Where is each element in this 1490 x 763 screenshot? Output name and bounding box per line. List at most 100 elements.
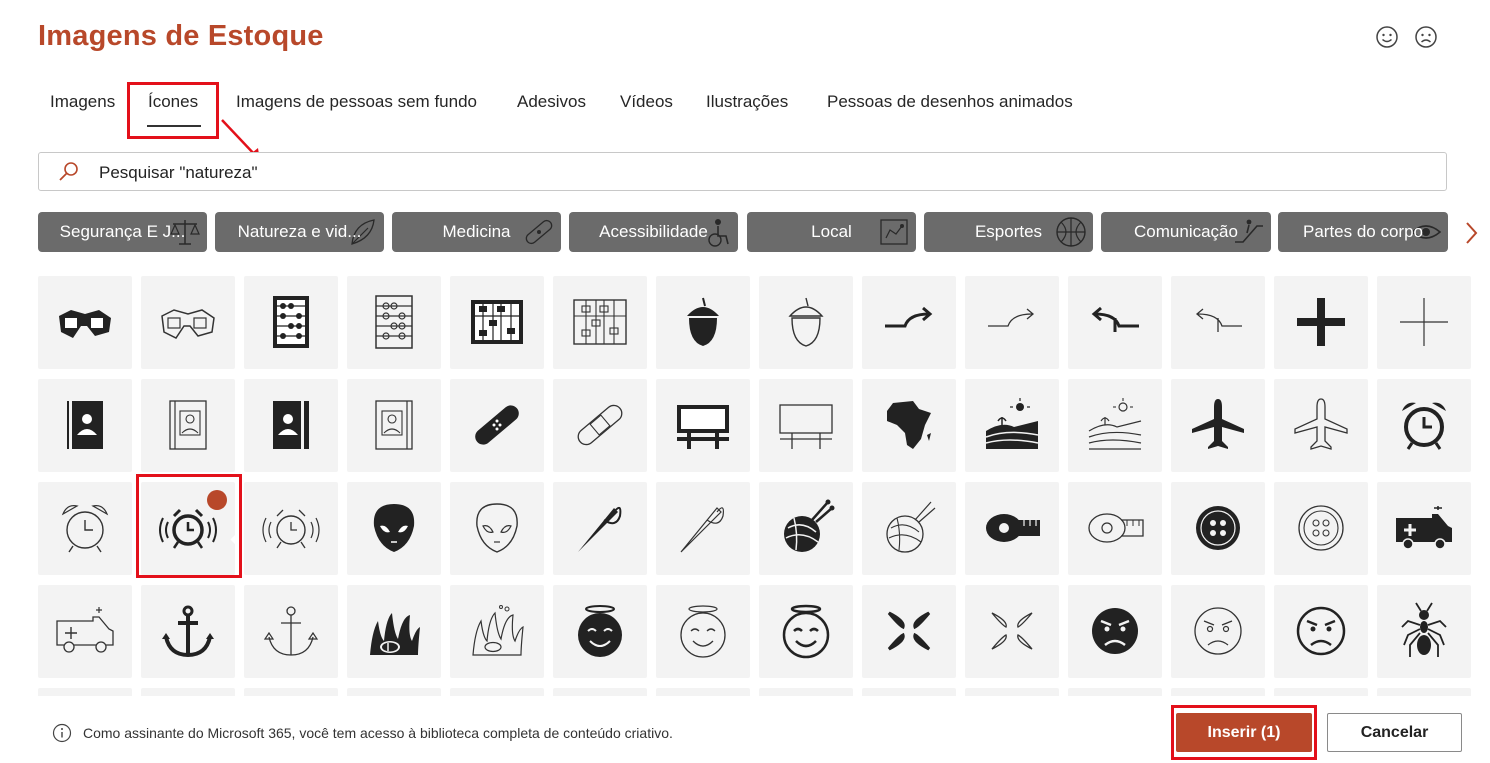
icon-tile[interactable]: [656, 585, 750, 678]
icon-tile[interactable]: [553, 276, 647, 369]
icon-tile[interactable]: [38, 276, 132, 369]
icon-tile[interactable]: [1274, 276, 1368, 369]
icon-tile[interactable]: [347, 482, 441, 575]
icon-tile[interactable]: [244, 276, 338, 369]
frown-icon[interactable]: [1413, 24, 1439, 50]
category-seguranca[interactable]: Segurança E J...: [38, 212, 207, 252]
icon-tile[interactable]: [38, 379, 132, 472]
cancel-button[interactable]: Cancelar: [1327, 713, 1462, 752]
icon-tile[interactable]: [759, 276, 853, 369]
subscription-info-text: Como assinante do Microsoft 365, você te…: [83, 725, 673, 741]
icon-tile[interactable]: [862, 482, 956, 575]
icon-tile[interactable]: [141, 276, 235, 369]
icon-tile[interactable]: [347, 688, 441, 696]
chevron-right-icon[interactable]: [1458, 218, 1484, 248]
billboard-icon: [677, 405, 729, 449]
icon-tile[interactable]: [1171, 276, 1265, 369]
icon-tile[interactable]: [450, 688, 544, 696]
category-medicina[interactable]: Medicina: [392, 212, 561, 252]
icon-tile[interactable]: [1171, 379, 1265, 472]
tab-icones[interactable]: Ícones: [148, 92, 198, 112]
icon-tile[interactable]: [965, 585, 1059, 678]
icon-tile[interactable]: [141, 585, 235, 678]
category-partes-corpo[interactable]: Partes do corpo: [1278, 212, 1448, 252]
icon-tile[interactable]: [1377, 482, 1471, 575]
icon-tile[interactable]: [1377, 379, 1471, 472]
tab-videos[interactable]: Vídeos: [620, 92, 673, 112]
icon-tile[interactable]: [656, 379, 750, 472]
icon-tile[interactable]: [656, 688, 750, 696]
icon-tile[interactable]: [450, 276, 544, 369]
category-local[interactable]: Local: [747, 212, 916, 252]
category-label: Natureza e vid...: [237, 222, 362, 241]
icon-tile[interactable]: [656, 276, 750, 369]
icon-tile[interactable]: [965, 688, 1059, 696]
icon-tile[interactable]: [1171, 482, 1265, 575]
icon-tile[interactable]: [244, 482, 338, 575]
icon-tile[interactable]: [1068, 585, 1162, 678]
search-icon: [59, 162, 78, 181]
icon-tile[interactable]: [862, 585, 956, 678]
icon-tile[interactable]: [141, 688, 235, 696]
icon-tile[interactable]: [965, 276, 1059, 369]
icon-tile-selected[interactable]: [141, 482, 278, 575]
icon-tile[interactable]: [965, 482, 1059, 575]
icon-tile[interactable]: [553, 379, 647, 472]
icon-tile[interactable]: [450, 482, 544, 575]
icon-tile[interactable]: [38, 688, 132, 696]
abacus-vertical-outline-icon: [573, 299, 627, 345]
icon-tile[interactable]: [1274, 688, 1368, 696]
icon-tile[interactable]: [244, 585, 338, 678]
icon-tile[interactable]: [1377, 276, 1471, 369]
icon-tile[interactable]: [244, 688, 338, 696]
icon-tile[interactable]: [347, 585, 441, 678]
icon-tile[interactable]: [244, 379, 338, 472]
icon-tile[interactable]: [553, 482, 647, 575]
icon-tile[interactable]: [656, 482, 750, 575]
icon-tile[interactable]: [553, 688, 647, 696]
category-acessibilidade[interactable]: Acessibilidade: [569, 212, 738, 252]
alarm-clock-outline-icon: [61, 505, 109, 553]
icon-tile[interactable]: [1377, 688, 1471, 696]
alien-face-outline-icon: [476, 503, 518, 553]
tab-imagens[interactable]: Imagens: [50, 92, 115, 112]
angry-face-icon: [1092, 608, 1138, 654]
icon-tile[interactable]: [965, 379, 1059, 472]
icon-tile[interactable]: [759, 688, 853, 696]
tab-pessoas-desenhos[interactable]: Pessoas de desenhos animados: [827, 92, 1073, 112]
icon-tile[interactable]: [1068, 379, 1162, 472]
category-comunicacao[interactable]: Comunicação: [1101, 212, 1271, 252]
icon-tile[interactable]: [862, 688, 956, 696]
icon-tile[interactable]: [759, 585, 853, 678]
icon-tile[interactable]: [862, 276, 956, 369]
icon-tile[interactable]: [759, 379, 853, 472]
smile-icon[interactable]: [1374, 24, 1400, 50]
icon-tile[interactable]: [38, 482, 132, 575]
icon-tile[interactable]: [141, 379, 235, 472]
icon-tile[interactable]: [1068, 482, 1162, 575]
icon-tile[interactable]: [1171, 688, 1265, 696]
icon-tile[interactable]: [38, 585, 132, 678]
icon-tile[interactable]: [1274, 482, 1368, 575]
icon-tile[interactable]: [1171, 585, 1265, 678]
icon-tile[interactable]: [1274, 585, 1368, 678]
icon-tile[interactable]: [759, 482, 853, 575]
icon-tile[interactable]: [553, 585, 647, 678]
insert-button[interactable]: Inserir (1): [1176, 713, 1312, 752]
icon-tile[interactable]: [450, 585, 544, 678]
icon-tile[interactable]: [1377, 585, 1471, 678]
icon-tile[interactable]: [1274, 379, 1368, 472]
icon-grid: [38, 276, 1478, 696]
tab-imagens-pessoas[interactable]: Imagens de pessoas sem fundo: [236, 92, 477, 112]
icon-tile[interactable]: [347, 276, 441, 369]
icon-tile[interactable]: [862, 379, 956, 472]
search-input[interactable]: [97, 157, 1431, 188]
tab-adesivos[interactable]: Adesivos: [517, 92, 586, 112]
icon-tile[interactable]: [347, 379, 441, 472]
tab-ilustracoes[interactable]: Ilustrações: [706, 92, 788, 112]
category-esportes[interactable]: Esportes: [924, 212, 1093, 252]
icon-tile[interactable]: [450, 379, 544, 472]
category-natureza[interactable]: Natureza e vid...: [215, 212, 384, 252]
icon-tile[interactable]: [1068, 276, 1162, 369]
icon-tile[interactable]: [1068, 688, 1162, 696]
